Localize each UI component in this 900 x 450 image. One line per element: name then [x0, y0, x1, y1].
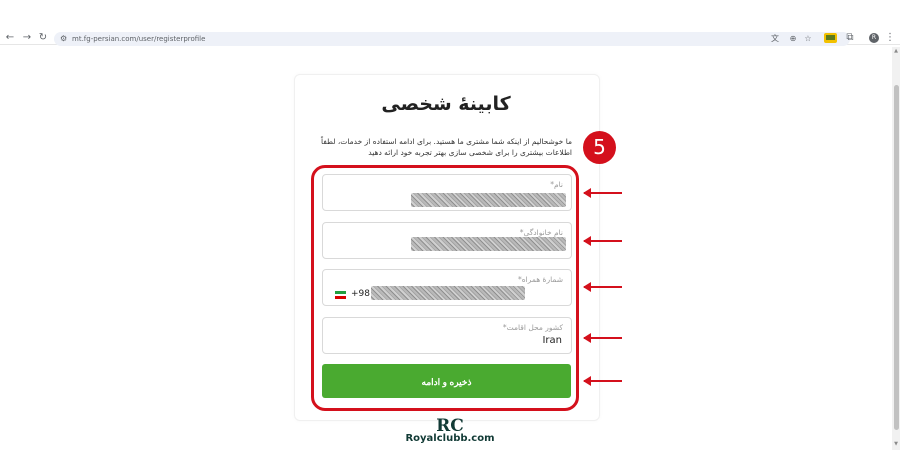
translate-icon[interactable]: 文 [770, 34, 780, 44]
extensions-puzzle-icon[interactable]: ⧉ [844, 32, 856, 44]
step-number-badge: 5 [583, 131, 616, 164]
arrow-icon [583, 376, 622, 386]
bookmark-star-icon[interactable]: ☆ [803, 34, 813, 44]
site-info-icon[interactable]: ⚙ [60, 34, 70, 44]
zoom-icon[interactable]: ⊕ [788, 34, 798, 44]
scroll-down-arrow-icon[interactable]: ▼ [893, 441, 899, 447]
browser-toolbar: ← → ↻ ⚙ mt.fg-persian.com/user/registerp… [0, 0, 900, 46]
watermark-site: Royalclubb.com [405, 433, 495, 444]
url-text[interactable]: mt.fg-persian.com/user/registerprofile [72, 34, 205, 44]
arrow-icon [583, 236, 622, 246]
back-icon[interactable]: ← [4, 32, 16, 44]
address-bar[interactable]: ⚙ mt.fg-persian.com/user/registerprofile… [54, 32, 850, 46]
forward-icon[interactable]: → [21, 32, 33, 44]
page-title: کابینۀ شخصی [381, 93, 511, 115]
reload-icon[interactable]: ↻ [37, 32, 49, 44]
highlight-frame [311, 165, 579, 411]
page-description: ما خوشحالیم از اینکه شما مشتری ما هستید.… [320, 137, 572, 157]
arrow-icon [583, 188, 622, 198]
extension-icon[interactable] [824, 33, 837, 43]
arrow-icon [583, 333, 622, 343]
arrow-icon [583, 282, 622, 292]
scroll-up-arrow-icon[interactable]: ▲ [893, 48, 899, 54]
scrollbar-thumb[interactable] [894, 85, 899, 430]
profile-avatar[interactable]: R [869, 33, 879, 43]
menu-kebab-icon[interactable]: ⋮ [884, 32, 896, 44]
